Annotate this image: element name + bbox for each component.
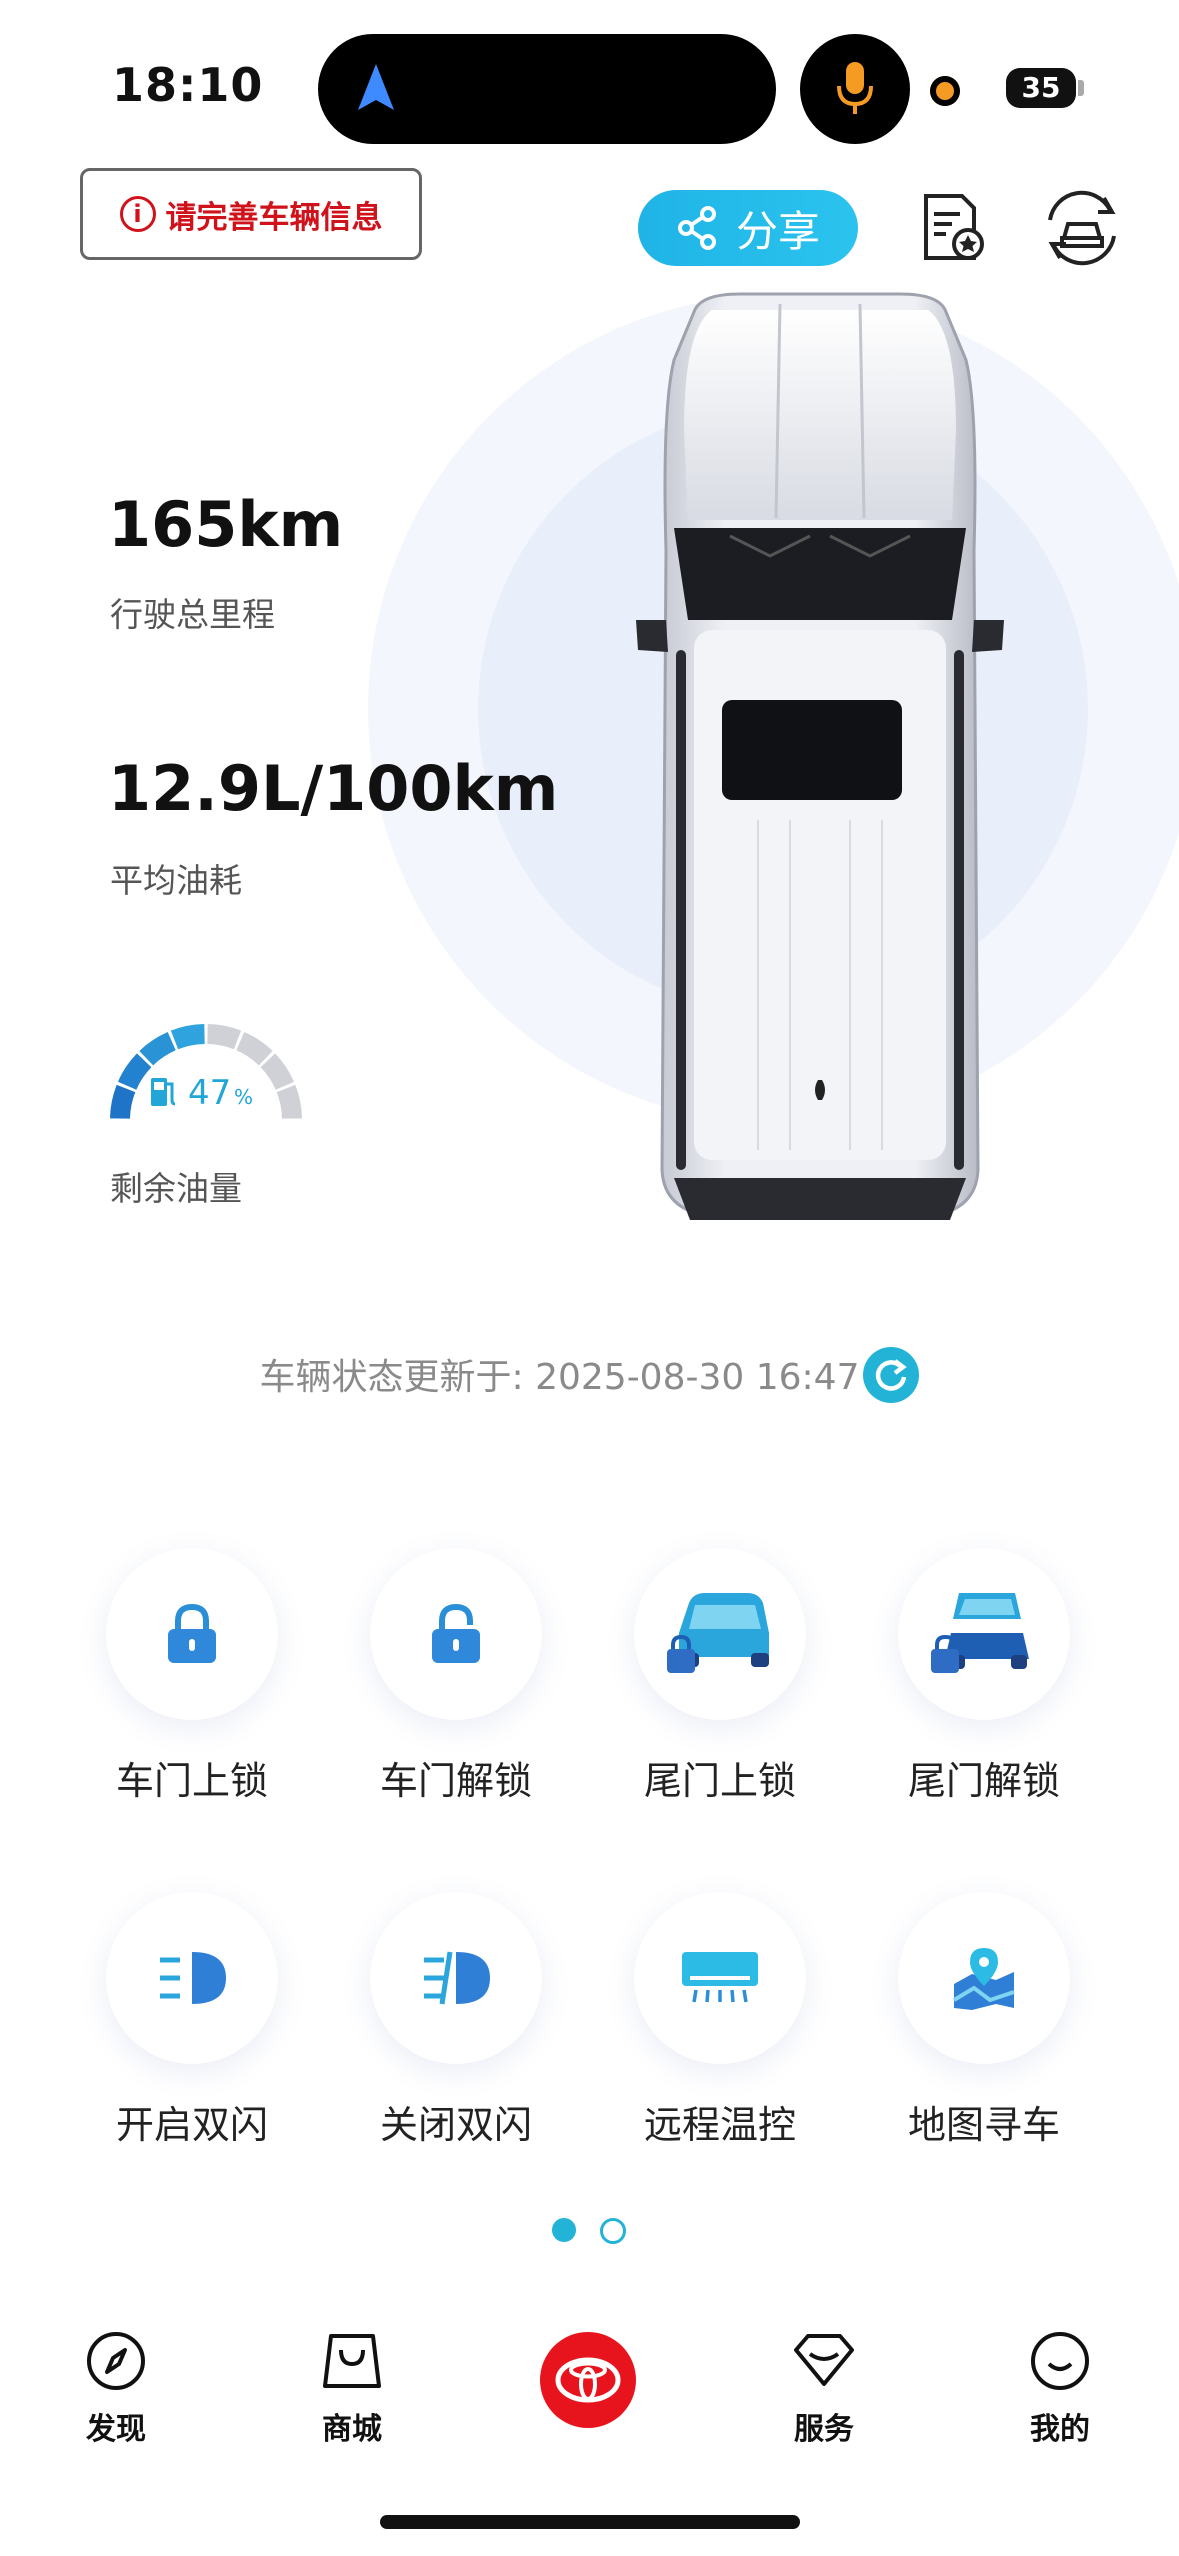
tab-label: 我的 — [1030, 2412, 1090, 2447]
tailgate-unlock-icon — [931, 1593, 1029, 1673]
dynamic-island — [318, 34, 776, 144]
mileage-label: 行驶总里程 — [110, 595, 275, 634]
tab-label: 发现 — [86, 2412, 146, 2447]
toyota-logo-icon — [555, 2357, 621, 2403]
share-label: 分享 — [735, 206, 820, 256]
control-label: 地图寻车 — [907, 2103, 1060, 2147]
lock-closed-icon — [168, 1603, 216, 1663]
control-tailgate-lock[interactable]: 尾门上锁 — [600, 1548, 840, 1805]
refresh-button[interactable] — [863, 1347, 920, 1403]
tab-label: 服务 — [794, 2412, 854, 2447]
diamond-icon — [794, 2334, 854, 2386]
home-indicator — [380, 2515, 800, 2529]
control-find-car-on-map[interactable]: 地图寻车 — [864, 1892, 1104, 2149]
mileage-value: 165km — [108, 488, 344, 561]
privacy-indicator-dot — [930, 76, 960, 106]
control-hazard-off[interactable]: 关闭双闪 — [336, 1892, 576, 2149]
tab-service[interactable]: 服务 — [744, 2330, 904, 2448]
hazard-off-icon — [424, 1951, 490, 2005]
navigation-arrow-icon — [358, 64, 394, 110]
vehicle-document-icon[interactable] — [916, 190, 992, 266]
fuel-gauge-segment — [170, 1024, 205, 1050]
shopping-bag-icon — [323, 2334, 381, 2388]
control-hazard-on[interactable]: 开启双闪 — [72, 1892, 312, 2149]
fuel-gauge-segment — [117, 1053, 152, 1090]
control-label: 关闭双闪 — [379, 2103, 532, 2147]
pager-dot-active[interactable] — [552, 2218, 576, 2242]
control-label: 车门解锁 — [379, 1759, 532, 1803]
microphone-icon — [837, 62, 873, 114]
fuel-level-label: 剩余油量 — [110, 1169, 242, 1208]
info-icon: i — [119, 196, 156, 232]
tab-discover[interactable]: 发现 — [36, 2330, 196, 2448]
smile-face-icon — [1031, 2332, 1089, 2390]
battery-tip — [1078, 80, 1084, 96]
microphone-indicator — [800, 34, 910, 144]
fuel-gauge-segment — [207, 1024, 242, 1050]
battery-indicator: 35 — [1006, 68, 1076, 108]
control-label: 车门上锁 — [115, 1759, 268, 1803]
hazard-on-icon — [160, 1952, 226, 2004]
switch-vehicle-icon[interactable] — [1044, 190, 1120, 266]
fuel-level-unit: % — [234, 1085, 253, 1109]
control-door-unlock[interactable]: 车门解锁 — [336, 1548, 576, 1805]
control-remote-climate[interactable]: 远程温控 — [600, 1892, 840, 2149]
share-icon — [677, 206, 716, 250]
status-time: 18:10 — [112, 58, 264, 112]
fuel-gauge-segment — [260, 1053, 295, 1090]
map-pin-icon — [952, 1948, 1015, 2010]
fuel-level-number: 47 — [188, 1073, 231, 1113]
complete-vehicle-info-button[interactable]: i 请完善车辆信息 — [80, 168, 422, 260]
control-label: 开启双闪 — [115, 2103, 268, 2147]
control-door-lock[interactable]: 车门上锁 — [72, 1548, 312, 1805]
tailgate-lock-icon — [667, 1593, 769, 1673]
fuel-level-gauge: 47 % — [110, 1024, 302, 1119]
compass-icon — [87, 2332, 145, 2390]
fuel-pump-icon — [151, 1078, 176, 1106]
share-button[interactable]: 分享 — [638, 190, 858, 266]
fuel-gauge-segment — [276, 1084, 302, 1119]
vehicle-top-view-image — [636, 292, 1004, 1220]
fuel-gauge-segment — [110, 1084, 136, 1119]
fuel-consumption-label: 平均油耗 — [110, 861, 242, 900]
tab-me[interactable]: 我的 — [980, 2330, 1140, 2448]
control-tailgate-unlock[interactable]: 尾门解锁 — [864, 1548, 1104, 1805]
fuel-consumption-value: 12.9L/100km — [108, 752, 559, 825]
tab-label: 商城 — [322, 2412, 382, 2447]
pager-dot[interactable] — [600, 2218, 626, 2244]
status-update-text: 车辆状态更新于: 2025-08-30 16:47 — [259, 1357, 860, 1398]
lock-open-icon — [432, 1603, 480, 1663]
fuel-gauge-segment — [236, 1031, 273, 1066]
fuel-gauge-segment — [139, 1031, 176, 1066]
control-label: 尾门上锁 — [643, 1759, 796, 1803]
air-conditioner-icon — [682, 1952, 758, 2003]
control-label: 远程温控 — [643, 2103, 796, 2147]
tab-mall[interactable]: 商城 — [272, 2330, 432, 2448]
complete-vehicle-info-label: 请完善车辆信息 — [165, 199, 383, 236]
tab-home-brand[interactable] — [540, 2332, 636, 2428]
status-update-row: 车辆状态更新于: 2025-08-30 16:47 — [0, 1347, 1179, 1407]
control-label: 尾门解锁 — [907, 1759, 1060, 1803]
refresh-icon — [876, 1359, 908, 1391]
